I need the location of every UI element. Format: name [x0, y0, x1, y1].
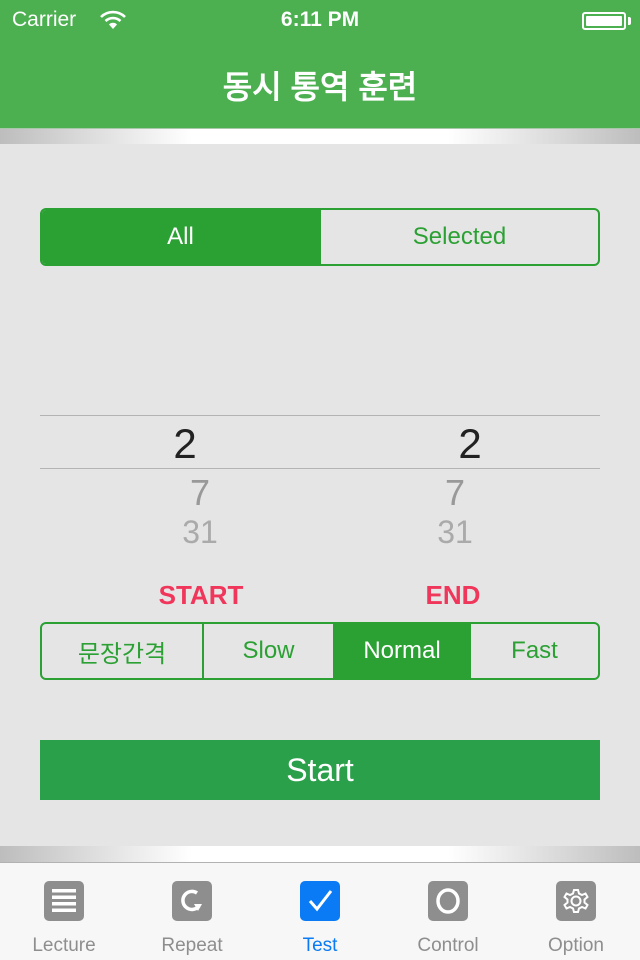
segment-all[interactable]: All — [42, 210, 319, 264]
tab-control[interactable]: Control — [384, 863, 512, 960]
picker-selection-bottom-line — [40, 468, 600, 469]
start-button[interactable]: Start — [40, 740, 600, 800]
tab-repeat[interactable]: Repeat — [128, 863, 256, 960]
header-shadow — [0, 128, 640, 144]
tab-lecture[interactable]: Lecture — [0, 863, 128, 960]
picker-start-option[interactable]: 31 — [130, 514, 270, 551]
segment-fast[interactable]: Fast — [469, 624, 598, 678]
picker-end-option[interactable]: 7 — [385, 472, 525, 514]
tab-label: Lecture — [32, 935, 96, 956]
scope-segmented-control: All Selected — [40, 208, 600, 266]
tab-label: Repeat — [161, 935, 223, 956]
circle-icon — [428, 881, 468, 921]
tab-bar: Lecture Repeat Test Control Option — [0, 862, 640, 960]
segment-sentence-interval[interactable]: 문장간격 — [42, 624, 202, 678]
battery-icon — [582, 12, 626, 30]
repeat-icon — [172, 881, 212, 921]
picker-start-option[interactable]: 7 — [130, 472, 270, 514]
header: Carrier 6:11 PM 동시 통역 훈련 — [0, 0, 640, 128]
page-title: 동시 통역 훈련 — [222, 69, 418, 105]
picker-start-selected[interactable]: 2 — [115, 420, 255, 468]
checkbox-icon — [300, 881, 340, 921]
tabbar-shadow — [0, 846, 640, 862]
battery-tip — [628, 17, 631, 25]
segment-normal[interactable]: Normal — [333, 624, 469, 678]
tab-label: Control — [417, 935, 479, 956]
status-bar: Carrier 6:11 PM — [0, 0, 640, 40]
tab-test[interactable]: Test — [256, 863, 384, 960]
list-icon — [44, 881, 84, 921]
picker-end-selected[interactable]: 2 — [400, 420, 540, 468]
clock: 6:11 PM — [280, 8, 360, 31]
segment-selected[interactable]: Selected — [319, 210, 598, 264]
end-label: END — [425, 580, 481, 610]
tab-label: Test — [302, 935, 338, 956]
segment-slow[interactable]: Slow — [202, 624, 333, 678]
gear-icon — [556, 881, 596, 921]
picker-selection-top-line — [40, 415, 600, 416]
start-label: START — [158, 580, 244, 610]
picker-end-option[interactable]: 31 — [385, 514, 525, 551]
range-picker[interactable]: 2 7 31 2 7 31 — [40, 414, 600, 554]
tab-option[interactable]: Option — [512, 863, 640, 960]
speed-segmented-control: 문장간격 Slow Normal Fast — [40, 622, 600, 680]
tab-label: Option — [548, 935, 604, 956]
